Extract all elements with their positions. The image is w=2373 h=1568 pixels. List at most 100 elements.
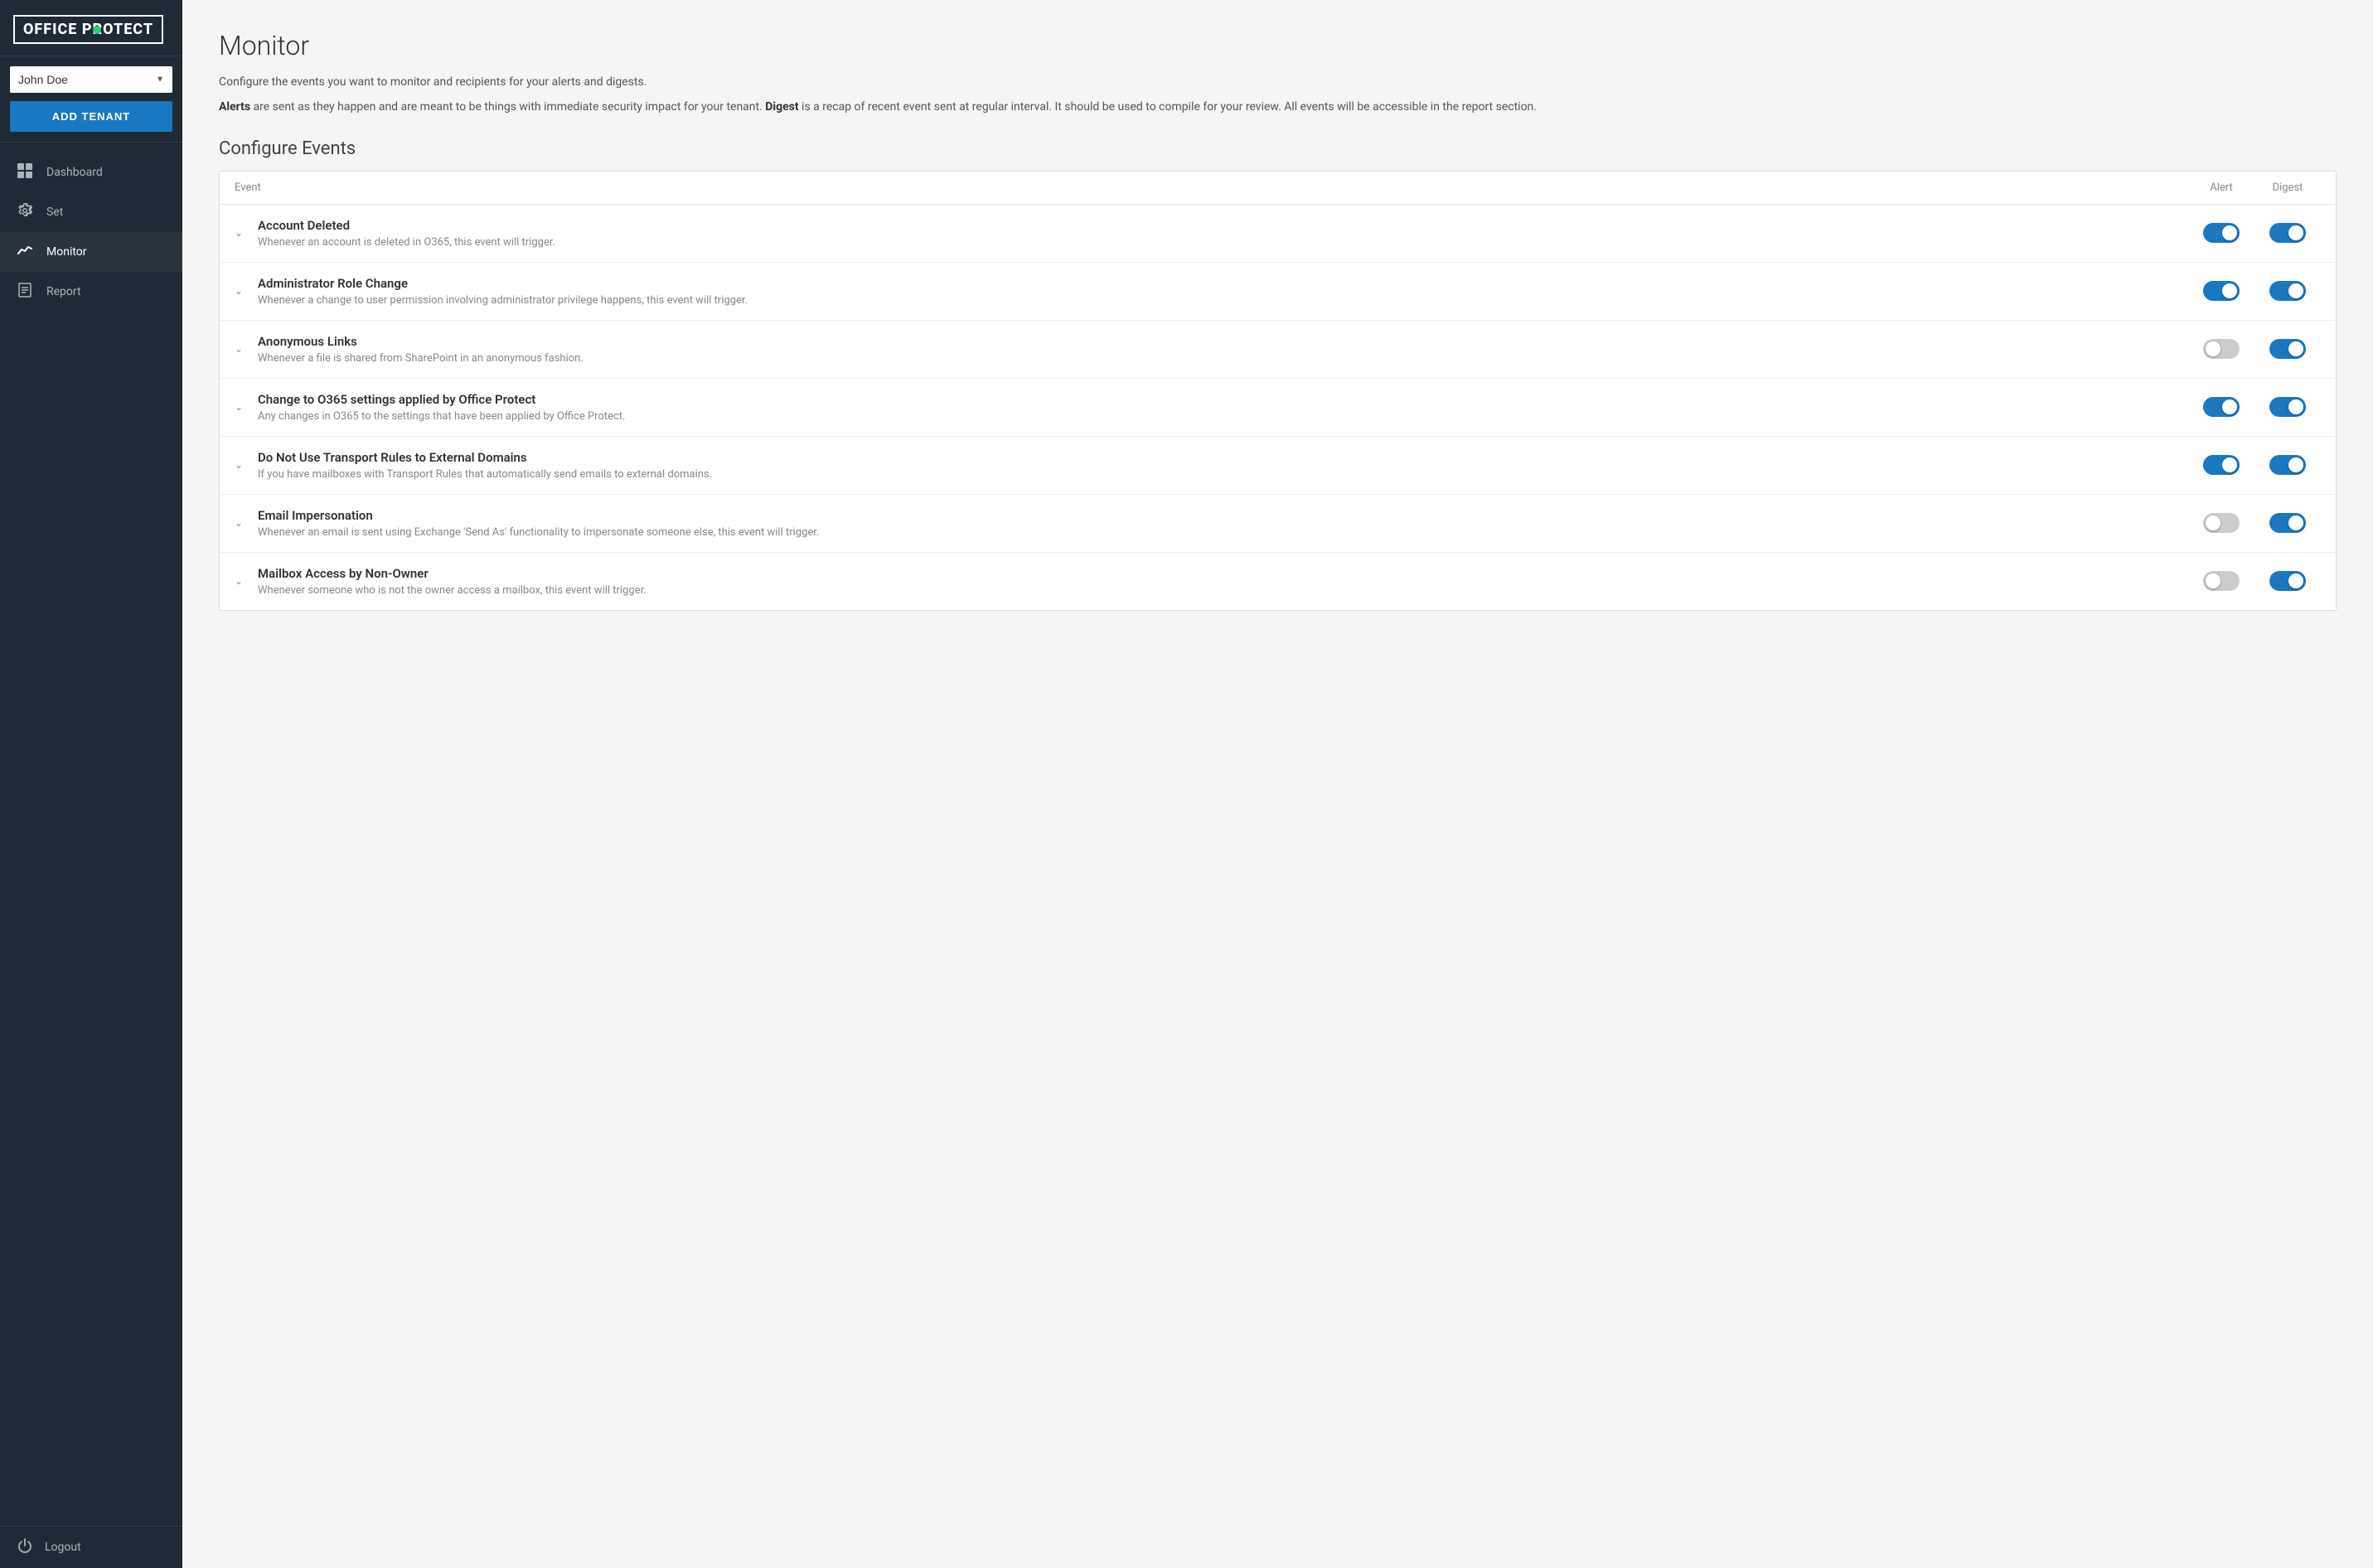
digest-toggle-col — [2254, 339, 2321, 359]
digest-toggle-col — [2254, 223, 2321, 243]
file-icon — [17, 283, 33, 301]
add-tenant-button[interactable]: ADD TENANT — [10, 101, 172, 132]
alert-toggle-thumb — [2222, 283, 2237, 298]
alert-toggle-track — [2203, 281, 2240, 301]
alert-toggle-col — [2188, 571, 2254, 591]
alert-toggle-track — [2203, 571, 2240, 591]
event-desc: Whenever an email is sent using Exchange… — [258, 526, 2188, 539]
table-row: ⌄ Mailbox Access by Non-Owner Whenever s… — [220, 553, 2336, 610]
digest-toggle-thumb — [2288, 283, 2303, 298]
alert-toggle[interactable] — [2203, 571, 2240, 591]
digest-toggle[interactable] — [2269, 571, 2306, 591]
digest-toggle-thumb — [2288, 399, 2303, 414]
table-row: ⌄ Administrator Role Change Whenever a c… — [220, 263, 2336, 321]
digest-toggle-track — [2269, 281, 2306, 301]
digest-toggle-thumb — [2288, 457, 2303, 472]
event-name: Account Deleted — [258, 218, 2188, 233]
nav-items: Dashboard Set Monitor — [0, 149, 182, 1526]
event-name: Anonymous Links — [258, 334, 2188, 349]
digest-toggle-track — [2269, 513, 2306, 533]
digest-toggle[interactable] — [2269, 397, 2306, 417]
sidebar-item-dashboard[interactable]: Dashboard — [0, 152, 182, 192]
alert-toggle-col — [2188, 339, 2254, 359]
tenant-select-wrapper[interactable]: John Doe — [10, 66, 172, 93]
alert-toggle[interactable] — [2203, 281, 2240, 301]
alert-toggle[interactable] — [2203, 455, 2240, 475]
sidebar-divider — [0, 142, 182, 143]
alert-toggle-thumb — [2206, 515, 2220, 530]
event-name: Do Not Use Transport Rules to External D… — [258, 450, 2188, 465]
after-digest: is a recap of recent event sent at regul… — [799, 100, 1537, 114]
sidebar-item-label-monitor: Monitor — [46, 245, 87, 259]
after-alerts: are sent as they happen and are meant to… — [250, 100, 763, 114]
alert-toggle-track — [2203, 339, 2240, 359]
table-row: ⌄ Email Impersonation Whenever an email … — [220, 495, 2336, 553]
event-name: Mailbox Access by Non-Owner — [258, 566, 2188, 581]
digest-toggle[interactable] — [2269, 513, 2306, 533]
alert-toggle-thumb — [2206, 573, 2220, 588]
event-info: Email Impersonation Whenever an email is… — [258, 508, 2188, 539]
tenant-select[interactable]: John Doe — [10, 66, 172, 93]
digest-toggle-track — [2269, 339, 2306, 359]
configure-events-title: Configure Events — [219, 138, 2337, 159]
digest-toggle-thumb — [2288, 515, 2303, 530]
digest-toggle[interactable] — [2269, 455, 2306, 475]
expand-icon[interactable]: ⌄ — [235, 575, 248, 587]
digest-toggle-track — [2269, 571, 2306, 591]
digest-toggle-col — [2254, 397, 2321, 417]
logout-button[interactable]: Logout — [0, 1526, 182, 1568]
sidebar-item-set[interactable]: Set — [0, 192, 182, 232]
table-row: ⌄ Change to O365 settings applied by Off… — [220, 379, 2336, 437]
col-digest: Digest — [2254, 181, 2321, 194]
digest-toggle[interactable] — [2269, 281, 2306, 301]
alert-toggle-track — [2203, 455, 2240, 475]
expand-icon[interactable]: ⌄ — [235, 401, 248, 413]
logo: OFFICE PROTECT — [13, 15, 163, 44]
main-content: Monitor Configure the events you want to… — [182, 0, 2373, 1568]
alert-toggle-col — [2188, 397, 2254, 417]
logo-area: OFFICE PROTECT — [0, 0, 182, 56]
sidebar-item-report[interactable]: Report — [0, 272, 182, 312]
page-title: Monitor — [219, 30, 2337, 61]
sidebar-item-monitor[interactable]: Monitor — [0, 232, 182, 272]
logout-label: Logout — [45, 1541, 81, 1554]
alert-toggle-thumb — [2222, 225, 2237, 240]
col-event: Event — [235, 181, 2188, 194]
alert-toggle-col — [2188, 513, 2254, 533]
alert-toggle[interactable] — [2203, 397, 2240, 417]
alert-toggle[interactable] — [2203, 223, 2240, 243]
digest-toggle-thumb — [2288, 341, 2303, 356]
event-info: Account Deleted Whenever an account is d… — [258, 218, 2188, 249]
expand-icon[interactable]: ⌄ — [235, 459, 248, 471]
event-rows-container: ⌄ Account Deleted Whenever an account is… — [220, 205, 2336, 610]
expand-icon[interactable]: ⌄ — [235, 343, 248, 355]
event-desc: Whenever someone who is not the owner ac… — [258, 584, 2188, 597]
event-desc: Whenever a change to user permission inv… — [258, 294, 2188, 307]
expand-icon[interactable]: ⌄ — [235, 227, 248, 239]
expand-icon[interactable]: ⌄ — [235, 517, 248, 529]
alert-toggle[interactable] — [2203, 339, 2240, 359]
intro-line2: Alerts are sent as they happen and are m… — [219, 98, 2337, 116]
digest-toggle-thumb — [2288, 225, 2303, 240]
logo-dot — [93, 26, 101, 34]
expand-icon[interactable]: ⌄ — [235, 285, 248, 297]
digest-bold: Digest — [765, 100, 798, 114]
digest-toggle[interactable] — [2269, 339, 2306, 359]
alert-toggle-track — [2203, 513, 2240, 533]
alert-toggle[interactable] — [2203, 513, 2240, 533]
digest-toggle[interactable] — [2269, 223, 2306, 243]
event-info: Change to O365 settings applied by Offic… — [258, 392, 2188, 423]
event-name: Change to O365 settings applied by Offic… — [258, 392, 2188, 407]
tenant-select-area: John Doe — [0, 56, 182, 93]
alert-toggle-col — [2188, 455, 2254, 475]
alert-toggle-thumb — [2222, 457, 2237, 472]
digest-toggle-col — [2254, 455, 2321, 475]
digest-toggle-track — [2269, 455, 2306, 475]
chart-icon — [17, 243, 33, 261]
alert-toggle-track — [2203, 397, 2240, 417]
event-name: Administrator Role Change — [258, 276, 2188, 291]
event-desc: Any changes in O365 to the settings that… — [258, 410, 2188, 423]
digest-toggle-track — [2269, 397, 2306, 417]
events-table-header: Event Alert Digest — [220, 172, 2336, 205]
col-alert: Alert — [2188, 181, 2254, 194]
